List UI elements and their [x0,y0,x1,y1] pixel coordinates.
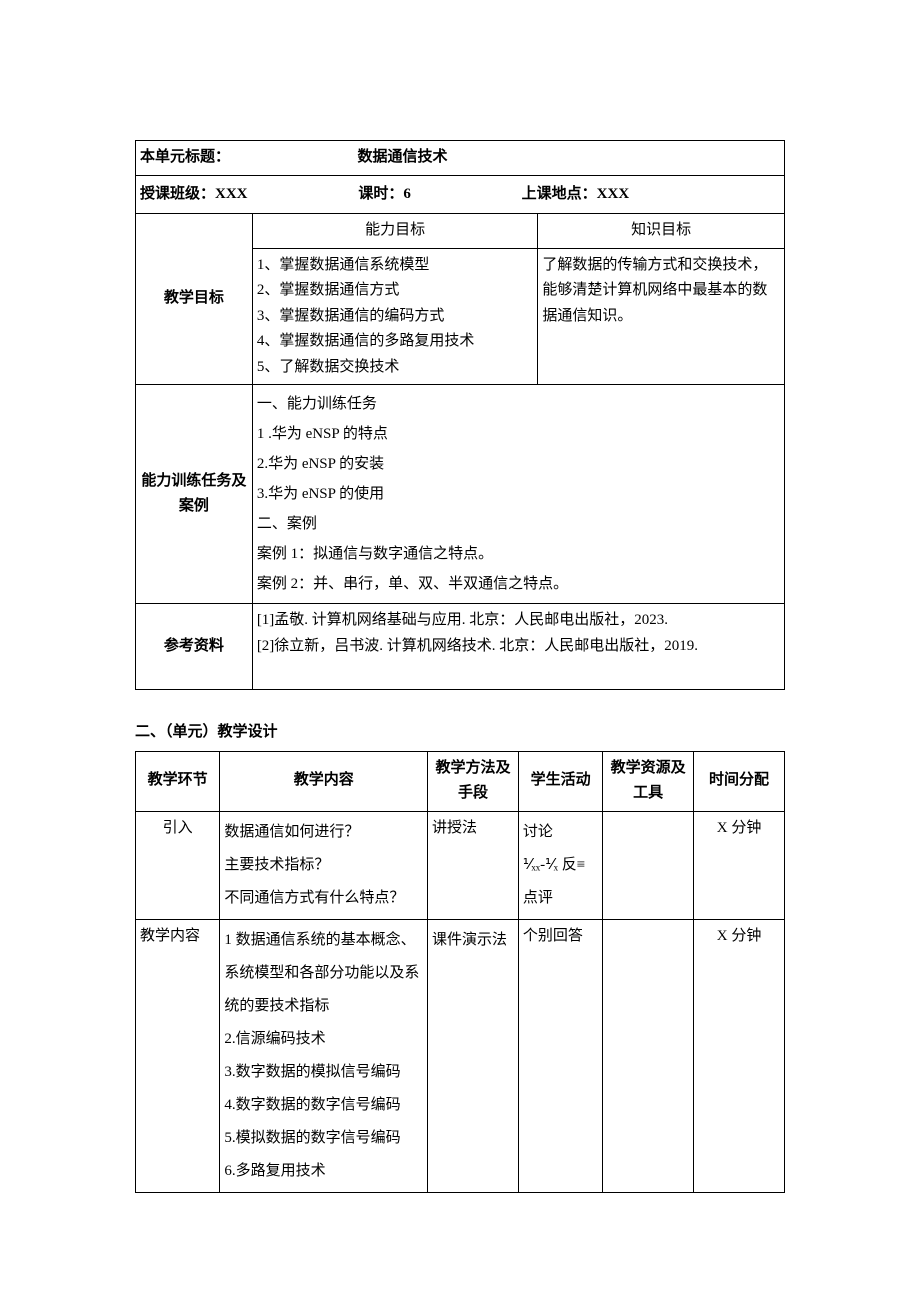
cell-content: 1 数据通信系统的基本概念、系统模型和各部分功能以及系统的要技术指标 2.信源编… [220,919,428,1192]
table-row: 能力训练任务及案例 一、能力训练任务 1 .华为 eNSP 的特点 2.华为 e… [136,385,785,604]
cell-stage: 引入 [136,811,220,919]
unit-title-label: 本单元标题： [140,149,230,165]
col-header-1: 教学环节 [136,751,220,811]
cell-time: X 分钟 [694,919,785,1192]
table-header-row: 教学环节 教学内容 教学方法及手段 学生活动 教学资源及工具 时间分配 [136,751,785,811]
unit-info-table: 本单元标题： 数据通信技术 授课班级：XXX 课时：6 上课地点：XXX [135,140,785,690]
ability-header: 能力目标 [252,214,538,249]
place-value: XXX [597,186,630,202]
col-header-5: 教学资源及工具 [603,751,694,811]
unit-title-value: 数据通信技术 [358,149,448,165]
cell-stage: 教学内容 [136,919,220,1192]
unit-title-cell: 本单元标题： 数据通信技术 [136,141,785,176]
hours-value: 6 [403,186,411,202]
col-header-3: 教学方法及手段 [428,751,519,811]
class-info-cell: 授课班级：XXX 课时：6 上课地点：XXX [136,175,785,214]
cell-resource [603,811,694,919]
refs-row-label: 参考资料 [136,604,253,690]
cell-method: 课件演示法 [428,919,519,1192]
cell-resource [603,919,694,1192]
cell-activity: 讨论 ⅟ₓₓ-⅟ₓ 反≡ 点评 [518,811,602,919]
table-row: 参考资料 [1]孟敬. 计算机网络基础与应用. 北京：人民邮电出版社，2023.… [136,604,785,690]
col-header-2: 教学内容 [220,751,428,811]
cell-content: 数据通信如何进行？ 主要技术指标？ 不同通信方式有什么特点？ [220,811,428,919]
tasks-text: 一、能力训练任务 1 .华为 eNSP 的特点 2.华为 eNSP 的安装 3.… [252,385,784,604]
cell-method: 讲授法 [428,811,519,919]
table-row: 本单元标题： 数据通信技术 [136,141,785,176]
cell-time: X 分钟 [694,811,785,919]
class-label: 授课班级： [140,186,215,202]
knowledge-text: 了解数据的传输方式和交换技术，能够清楚计算机网络中最基本的数据通信知识。 [538,248,785,385]
ability-text: 1、掌握数据通信系统模型 2、掌握数据通信方式 3、掌握数据通信的编码方式 4、… [252,248,538,385]
teaching-design-table: 教学环节 教学内容 教学方法及手段 学生活动 教学资源及工具 时间分配 引入 数… [135,751,785,1193]
table-row: 授课班级：XXX 课时：6 上课地点：XXX [136,175,785,214]
tasks-row-label: 能力训练任务及案例 [136,385,253,604]
place-label: 上课地点： [522,186,597,202]
section2-title: 二、（单元）教学设计 [135,720,785,741]
col-header-6: 时间分配 [694,751,785,811]
refs-text: [1]孟敬. 计算机网络基础与应用. 北京：人民邮电出版社，2023. [2]徐… [252,604,784,690]
cell-activity: 个别回答 [518,919,602,1192]
knowledge-header: 知识目标 [538,214,785,249]
table-row: 教学目标 能力目标 知识目标 [136,214,785,249]
table-row: 引入 数据通信如何进行？ 主要技术指标？ 不同通信方式有什么特点？ 讲授法 讨论… [136,811,785,919]
hours-label: 课时： [358,186,403,202]
goals-row-label: 教学目标 [136,214,253,385]
table-row: 教学内容 1 数据通信系统的基本概念、系统模型和各部分功能以及系统的要技术指标 … [136,919,785,1192]
class-value: XXX [215,186,248,202]
col-header-4: 学生活动 [518,751,602,811]
